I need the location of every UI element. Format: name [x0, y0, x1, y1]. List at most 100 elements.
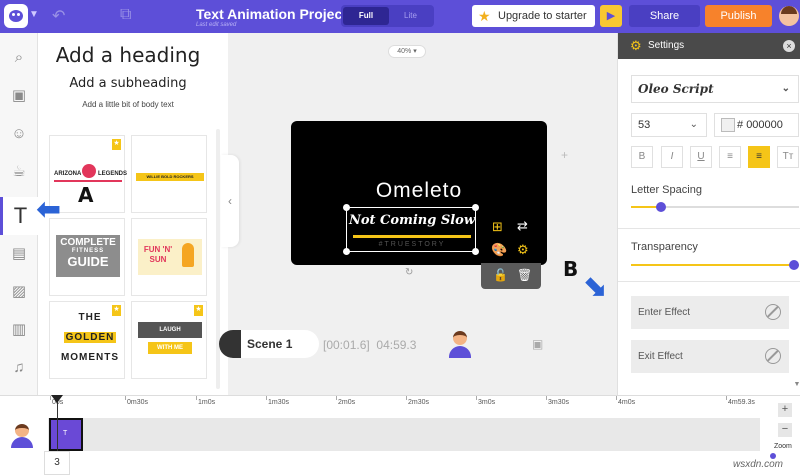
- resize-handle[interactable]: [472, 204, 479, 211]
- color-hex-value: 000000: [746, 119, 783, 131]
- timeline-tick: [406, 396, 407, 400]
- logo-caret-icon[interactable]: ▼: [29, 9, 39, 20]
- text-color-field[interactable]: # 000000: [714, 113, 799, 137]
- character-avatar-icon[interactable]: [449, 331, 471, 359]
- divider: [618, 228, 800, 229]
- unlock-icon[interactable]: 🔓: [493, 268, 508, 282]
- timeline-text-clip[interactable]: T: [49, 418, 83, 451]
- preset-text: LAUGH: [138, 322, 202, 338]
- gear-icon: ⚙: [630, 38, 642, 53]
- image-icon[interactable]: ▨: [0, 273, 38, 311]
- timeline-tick-label: 4m0s: [618, 399, 636, 406]
- preset-text: FUN 'N' SUN: [143, 245, 173, 264]
- timeline-tick: [336, 396, 337, 400]
- italic-button[interactable]: I: [661, 146, 683, 168]
- scroll-down-icon[interactable]: ▼: [793, 381, 800, 395]
- selected-text-box[interactable]: Not Coming Slow #TRUESTORY: [343, 204, 479, 255]
- text-preset-fun-sun[interactable]: FUN 'N' SUN: [131, 218, 207, 296]
- scene-media-icon[interactable]: ▣: [532, 337, 543, 351]
- chevron-left-icon: ‹: [228, 194, 232, 208]
- scene-label: Scene 1: [247, 337, 293, 351]
- zoom-out-button[interactable]: −: [778, 423, 792, 437]
- mode-full-button[interactable]: Full: [343, 7, 389, 25]
- video-icon[interactable]: ▥: [0, 311, 38, 349]
- close-icon[interactable]: ×: [783, 40, 795, 52]
- none-effect-icon: [765, 304, 781, 320]
- playhead-handle[interactable]: [51, 395, 63, 403]
- text-preset-fitness[interactable]: COMPLETE FITNESS GUIDE: [49, 218, 125, 296]
- group-icon[interactable]: ⊞: [492, 219, 503, 235]
- character-icon[interactable]: ☺: [0, 115, 38, 153]
- upgrade-button[interactable]: ★ Upgrade to starter: [472, 5, 595, 27]
- chevron-down-icon: ⌄: [689, 119, 698, 130]
- timeline-tick: [616, 396, 617, 400]
- scene-canvas[interactable]: Omeleto Not Coming Slow #TRUESTORY ⊞ ⇄ 🎨…: [291, 121, 547, 265]
- music-icon[interactable]: ♫: [0, 349, 38, 387]
- preset-text: THE: [78, 312, 102, 323]
- align-center-button[interactable]: ≡: [748, 146, 770, 168]
- scene-selector[interactable]: Scene 1: [219, 330, 319, 358]
- annotation-label-b: B: [563, 257, 579, 281]
- color-palette-icon[interactable]: 🎨: [491, 242, 507, 258]
- color-swatch[interactable]: [721, 118, 735, 132]
- add-body-text-option[interactable]: Add a little bit of body text: [38, 100, 218, 109]
- text-preset-willie[interactable]: WILLIE BOLD ROCKERS: [131, 135, 207, 213]
- bold-button[interactable]: B: [631, 146, 653, 168]
- font-size-select[interactable]: 53 ⌄: [631, 113, 707, 137]
- last-edit-status: Last edit saved: [196, 22, 237, 28]
- none-effect-icon: [765, 348, 781, 364]
- add-heading-option[interactable]: Add a heading: [38, 43, 218, 67]
- resize-handle[interactable]: [472, 248, 479, 255]
- resize-handle[interactable]: [343, 248, 350, 255]
- properties-icon[interactable]: ☕: [0, 153, 38, 191]
- font-size-value: 53: [638, 119, 651, 131]
- underline-button[interactable]: U: [690, 146, 712, 168]
- settings-title: Settings: [648, 40, 685, 51]
- project-title[interactable]: Text Animation Project: [196, 6, 347, 22]
- upgrade-label: Upgrade to starter: [498, 10, 587, 22]
- add-subheading-option[interactable]: Add a subheading: [38, 76, 218, 91]
- zoom-in-button[interactable]: +: [778, 403, 792, 417]
- background-icon[interactable]: ▤: [0, 235, 38, 273]
- user-avatar[interactable]: [779, 6, 799, 26]
- settings-gear-icon[interactable]: ⚙: [517, 242, 529, 258]
- exit-effect-button[interactable]: Exit Effect: [631, 340, 789, 373]
- mode-lite-button[interactable]: Lite: [389, 7, 432, 25]
- resize-handle[interactable]: [343, 204, 350, 211]
- text-icon[interactable]: T: [0, 197, 38, 235]
- font-family-value: Oleo Script: [638, 82, 714, 96]
- timeline-tick-label: 3m0s: [478, 399, 496, 406]
- letter-spacing-slider[interactable]: [656, 202, 666, 212]
- text-preset-golden[interactable]: ★ THE GOLDEN MOMENTS: [49, 301, 125, 379]
- delete-icon[interactable]: 🗑: [517, 268, 532, 282]
- mode-toggle: Full Lite: [341, 5, 434, 27]
- play-preview-button[interactable]: ▶: [600, 5, 622, 27]
- zoom-value: 40%: [397, 48, 412, 55]
- timeline-tick: [266, 396, 267, 400]
- transparency-slider[interactable]: [789, 260, 799, 270]
- timeline-track[interactable]: [48, 418, 760, 451]
- font-family-select[interactable]: Oleo Script ⌄: [631, 75, 799, 103]
- text-case-button[interactable]: Tт: [777, 146, 799, 168]
- media-icon[interactable]: ▣: [0, 77, 38, 115]
- list-button[interactable]: ≡: [719, 146, 741, 168]
- divider: [618, 281, 800, 282]
- track-character-icon[interactable]: [11, 424, 33, 448]
- text-preset-laugh[interactable]: ★ LAUGH WITH ME: [131, 301, 207, 379]
- timeline-tick: [476, 396, 477, 400]
- ungroup-icon[interactable]: ⇄: [517, 218, 528, 234]
- clip-label: T: [63, 430, 68, 437]
- collapse-panel-tab[interactable]: ‹: [221, 155, 239, 247]
- publish-button[interactable]: Publish: [705, 5, 772, 27]
- timeline-tick-label: 2m30s: [408, 399, 430, 406]
- canvas-title-text[interactable]: Omeleto: [291, 179, 547, 203]
- zoom-dropdown[interactable]: 40% ▾: [388, 45, 426, 58]
- layers-icon[interactable]: ⧉: [120, 6, 131, 24]
- add-element-icon[interactable]: +: [561, 148, 568, 162]
- search-icon[interactable]: ⌕: [0, 39, 38, 77]
- app-logo[interactable]: [4, 4, 28, 28]
- share-button[interactable]: Share: [629, 5, 700, 27]
- rotate-icon[interactable]: ↻: [405, 267, 413, 278]
- undo-icon[interactable]: ↶: [52, 6, 65, 26]
- enter-effect-button[interactable]: Enter Effect: [631, 296, 789, 329]
